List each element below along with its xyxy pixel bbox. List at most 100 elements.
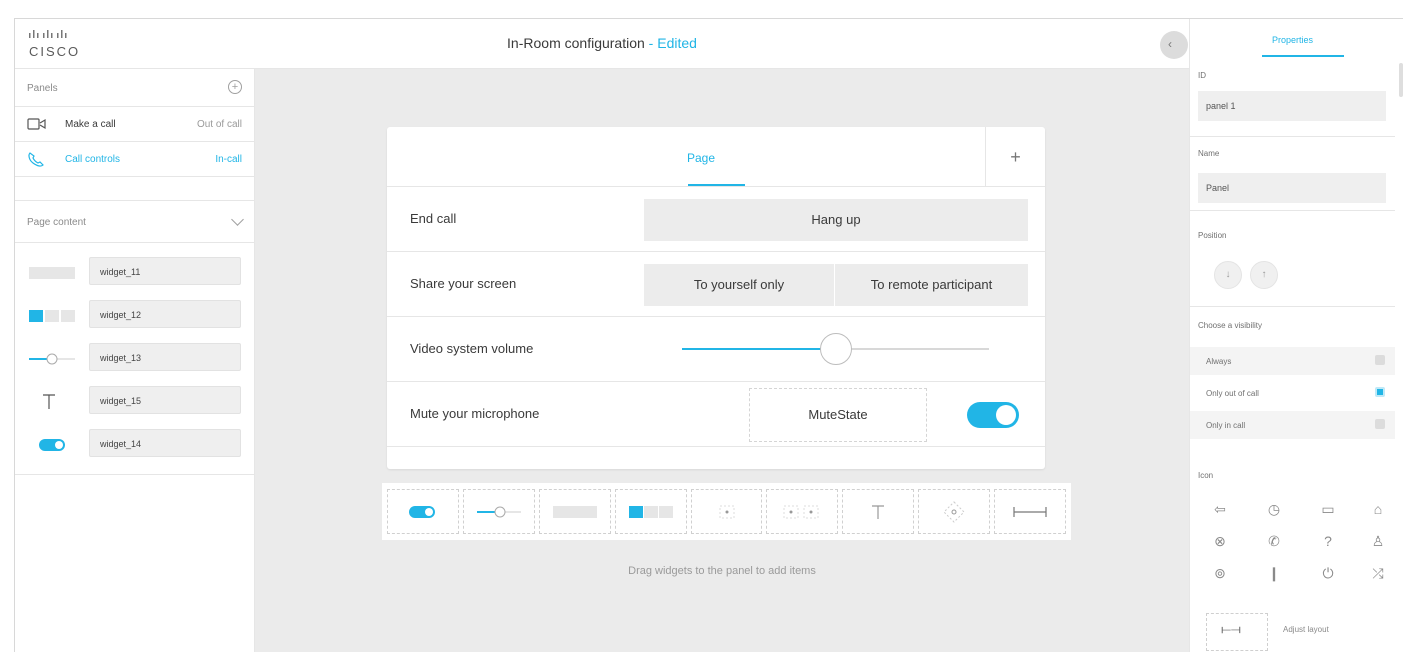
lock-icon[interactable]: ⊚	[1210, 563, 1230, 583]
page-title-text: In-Room configuration	[507, 35, 645, 51]
list-item[interactable]: widget_15	[15, 382, 254, 425]
panel-preview-card: Page + End call Hang up Share your scree…	[387, 127, 1045, 469]
name-input[interactable]: Panel	[1198, 173, 1386, 203]
widget-name: widget_14	[89, 429, 241, 457]
help-icon[interactable]: ?	[1318, 531, 1338, 551]
volume-slider-fill	[682, 348, 836, 350]
clock-icon[interactable]: ◷	[1264, 499, 1284, 519]
left-sidebar: Panels + Make a call Out of call Call co…	[15, 69, 255, 652]
move-down-button[interactable]: ↓	[1214, 261, 1242, 289]
widget-list: widget_11 widget_12 widget_13 widget_15 …	[15, 243, 254, 475]
directional-pad-icon	[943, 500, 965, 523]
visibility-label: Choose a visibility	[1198, 321, 1263, 330]
visibility-option-label: Only in call	[1206, 421, 1246, 430]
list-item[interactable]: widget_14	[15, 425, 254, 468]
palette-group-button[interactable]	[614, 489, 687, 534]
list-item[interactable]: widget_13	[15, 339, 254, 382]
phone-icon	[28, 152, 44, 167]
spacer-icon	[1013, 506, 1047, 517]
home-icon[interactable]: ⌂	[1368, 499, 1388, 519]
page-content-label: Page content	[27, 217, 86, 228]
arrow-up-icon: ↑	[1261, 269, 1267, 280]
name-label: Name	[1198, 149, 1220, 158]
tab-page[interactable]: Page	[687, 151, 715, 165]
panels-header: Panels +	[15, 69, 254, 107]
arrow-down-icon: ↓	[1225, 269, 1231, 280]
palette-button[interactable]	[538, 489, 611, 534]
widget-row-end-call: End call Hang up	[387, 187, 1045, 252]
tab-properties[interactable]: Properties	[1272, 35, 1313, 45]
editor-canvas: Page + End call Hang up Share your scree…	[255, 69, 1189, 652]
list-item[interactable]: widget_11	[15, 253, 254, 296]
properties-scrollbar[interactable]	[1399, 63, 1403, 97]
page-content-header[interactable]: Page content	[15, 201, 254, 243]
add-panel-icon[interactable]: +	[228, 80, 242, 94]
visibility-option-in-call[interactable]: Only in call	[1190, 411, 1395, 439]
panel-state: In-call	[215, 154, 242, 165]
spacer-icon: ⟝⟞	[1221, 622, 1241, 636]
mic-icon[interactable]: ❙	[1264, 563, 1284, 583]
hang-up-button[interactable]: Hang up	[644, 199, 1028, 241]
palette-double-spinner[interactable]	[766, 489, 839, 534]
drag-hint-text: Drag widgets to the panel to add items	[628, 565, 816, 577]
widget-row-share-screen: Share your screen To yourself only To re…	[387, 252, 1045, 317]
panel-item-make-a-call[interactable]: Make a call Out of call	[15, 107, 254, 142]
palette-toggle[interactable]	[387, 489, 459, 534]
toggle-icon	[408, 505, 435, 518]
panel-state: Out of call	[196, 119, 242, 130]
page-title: In-Room configuration - Edited	[15, 35, 1189, 51]
widget-row-mute: Mute your microphone MuteState	[387, 382, 1045, 447]
mute-state-text[interactable]: MuteState	[749, 388, 927, 442]
visibility-option-label: Only out of call	[1206, 389, 1259, 398]
text-widget-icon	[43, 394, 55, 409]
palette-directional-pad[interactable]	[918, 489, 991, 534]
visibility-option-label: Always	[1206, 357, 1232, 366]
volume-slider-thumb[interactable]	[819, 333, 852, 365]
id-label: ID	[1198, 71, 1206, 80]
adjust-layout-button[interactable]: ⟝⟞	[1206, 613, 1268, 651]
shuffle-icon[interactable]: ⤮	[1368, 563, 1388, 583]
palette-spacer[interactable]	[994, 489, 1067, 534]
panel-item-call-controls[interactable]: Call controls In-call	[15, 142, 254, 177]
phone-icon[interactable]: ✆	[1264, 531, 1284, 551]
power-icon[interactable]: ⏻	[1318, 563, 1338, 583]
radio-selected-icon	[1375, 387, 1385, 397]
panel-name: Make a call	[65, 119, 116, 130]
radio-icon	[1375, 355, 1385, 365]
spinner-icon	[719, 505, 734, 518]
row-label: Share your screen	[410, 276, 517, 291]
arrow-icon[interactable]: ⇦	[1210, 499, 1230, 519]
button-icon	[552, 505, 597, 518]
palette-spinner[interactable]	[690, 489, 763, 534]
visibility-option-always[interactable]: Always	[1190, 347, 1395, 375]
blocked-icon[interactable]: ⊗	[1210, 531, 1230, 551]
active-tab-indicator	[1262, 55, 1344, 57]
text-icon	[872, 504, 885, 519]
camera-icon	[27, 118, 46, 130]
to-remote-participant-button[interactable]: To remote participant	[835, 264, 1028, 306]
slider-widget-icon	[29, 353, 75, 365]
camera-icon[interactable]: ▭	[1318, 499, 1338, 519]
to-yourself-only-button[interactable]: To yourself only	[644, 264, 834, 306]
toggle-knob	[996, 405, 1016, 425]
move-up-button[interactable]: ↑	[1250, 261, 1278, 289]
panels-label: Panels	[27, 83, 58, 94]
user-icon[interactable]: ♙	[1368, 531, 1388, 551]
button-widget-icon	[29, 267, 75, 279]
properties-panel: Properties ID panel 1 Name Panel Positio…	[1189, 19, 1403, 652]
app-window: CISCO In-Room configuration - Edited ‹ P…	[14, 18, 1403, 652]
group-button-widget-icon	[29, 310, 75, 322]
add-page-button[interactable]: +	[985, 127, 1045, 187]
toggle-widget-icon	[39, 439, 65, 451]
palette-text[interactable]	[842, 489, 915, 534]
adjust-layout-label: Adjust layout	[1283, 625, 1329, 634]
visibility-option-out-of-call[interactable]: Only out of call	[1190, 379, 1395, 407]
mute-toggle[interactable]	[967, 402, 1019, 428]
list-item[interactable]: widget_12	[15, 296, 254, 339]
position-section: Position ↓ ↑	[1190, 211, 1395, 307]
collapse-properties-button[interactable]: ‹	[1160, 31, 1188, 59]
palette-slider[interactable]	[462, 489, 535, 534]
id-input[interactable]: panel 1	[1198, 91, 1386, 121]
widget-palette	[382, 483, 1071, 540]
title-separator: -	[644, 35, 658, 51]
